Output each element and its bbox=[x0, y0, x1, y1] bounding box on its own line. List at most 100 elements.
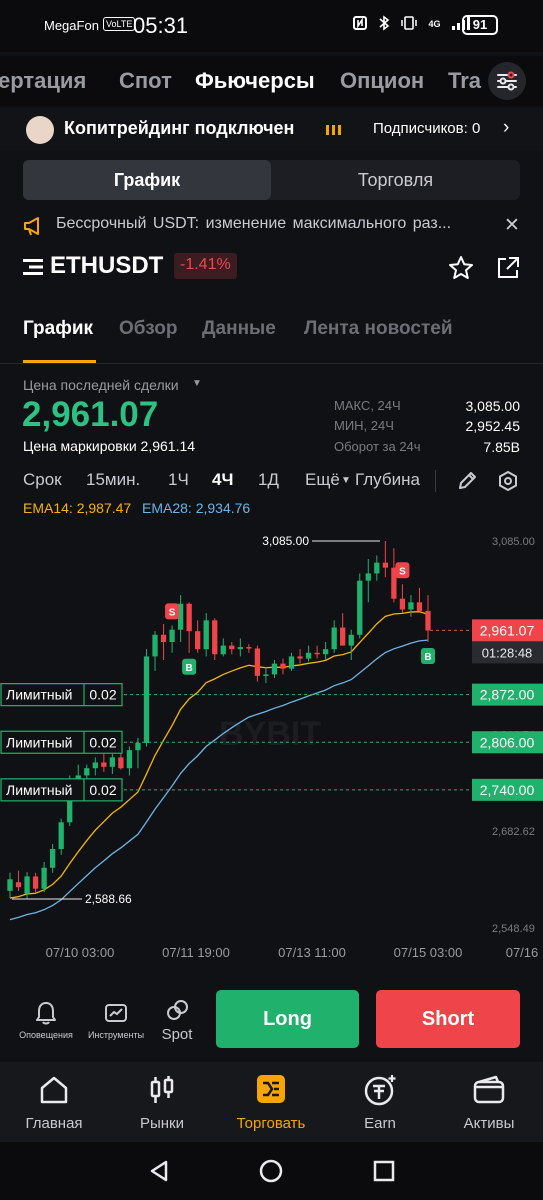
nav-assets-label: Активы bbox=[463, 1115, 515, 1132]
indicator-settings-icon[interactable] bbox=[497, 470, 519, 492]
x-tick-label: 07/10 03:00 bbox=[46, 945, 115, 960]
stat-low-value: 2,952.45 bbox=[465, 418, 521, 434]
price-chart[interactable]: BYBIT3,085.002,816.742,682.622,548.4907/… bbox=[0, 523, 543, 973]
back-icon[interactable] bbox=[147, 1159, 171, 1183]
subtab-news[interactable]: Лента новостей bbox=[304, 318, 453, 340]
candle-body bbox=[374, 562, 380, 574]
candle-body bbox=[220, 645, 226, 655]
tab-conversion[interactable]: ертация bbox=[0, 68, 86, 94]
menu-lines-icon[interactable] bbox=[23, 258, 43, 276]
caret-down-icon[interactable]: ▼ bbox=[192, 378, 202, 389]
marker-label: B bbox=[186, 663, 193, 674]
candle-body bbox=[152, 634, 158, 657]
tf-4h[interactable]: 4Ч bbox=[212, 470, 233, 490]
countdown-label: 01:28:48 bbox=[482, 645, 533, 660]
limit-order-label: Лимитный bbox=[6, 734, 72, 750]
candle-body bbox=[297, 656, 303, 659]
mark-price-value: 2,961.14 bbox=[140, 438, 196, 454]
candle-body bbox=[425, 610, 431, 631]
limit-order-price: 2,872.00 bbox=[480, 687, 535, 703]
clock: 05:31 bbox=[133, 13, 189, 38]
star-icon[interactable] bbox=[447, 254, 475, 282]
candle-body bbox=[143, 656, 150, 743]
candle-body bbox=[160, 634, 167, 642]
copytrading-banner[interactable]: Копитрейдинг подключен Подписчиков: 0 › bbox=[0, 108, 543, 150]
candle-body bbox=[50, 849, 56, 868]
filter-settings-button[interactable] bbox=[488, 62, 526, 100]
pencil-icon[interactable] bbox=[456, 470, 478, 492]
candle-body bbox=[382, 562, 388, 568]
recents-icon[interactable] bbox=[373, 1160, 395, 1182]
carrier: MegaFon bbox=[44, 18, 99, 33]
segment-chart[interactable]: График bbox=[23, 160, 271, 200]
candle-body bbox=[305, 652, 312, 659]
price-change-badge: -1.41% bbox=[174, 253, 237, 279]
y-tick-label: 2,548.49 bbox=[492, 923, 535, 935]
signal-bars-icon bbox=[326, 125, 341, 135]
tool-instruments[interactable]: Инструменты bbox=[86, 996, 146, 1040]
tool-alerts-label: Оповещения bbox=[19, 1030, 73, 1040]
wallet-icon bbox=[473, 1075, 505, 1104]
nav-markets-label: Рынки bbox=[139, 1115, 184, 1132]
symbol-name[interactable]: ETHUSDT bbox=[50, 252, 163, 280]
candle-body bbox=[41, 867, 47, 889]
system-navigation bbox=[0, 1142, 543, 1200]
subtab-data[interactable]: Данные bbox=[202, 318, 276, 340]
tools-icon bbox=[105, 1004, 127, 1022]
last-price-label[interactable]: Цена последней сделки bbox=[23, 377, 179, 393]
app-root: MegaFon VoLTE 05:31 4G 91 ертация Спот Ф… bbox=[0, 0, 543, 1200]
nav-markets[interactable]: Рынки bbox=[108, 1062, 216, 1142]
short-button[interactable]: Short bbox=[376, 990, 520, 1048]
nav-earn[interactable]: Earn bbox=[326, 1062, 434, 1142]
nav-trade[interactable]: Торговать bbox=[217, 1062, 325, 1142]
stat-high-label: МАКС, 24Ч bbox=[334, 398, 401, 413]
candle-body bbox=[58, 822, 64, 850]
nav-assets[interactable]: Активы bbox=[435, 1062, 543, 1142]
battery-indicator: 91 bbox=[462, 15, 498, 35]
ema14-line bbox=[9, 611, 429, 899]
marker-label: S bbox=[399, 566, 406, 577]
home-circle-icon[interactable] bbox=[259, 1159, 283, 1183]
candle-body bbox=[186, 603, 192, 632]
candle-body bbox=[135, 742, 141, 751]
candle-body bbox=[331, 627, 337, 650]
candle-body bbox=[195, 631, 201, 650]
limit-order-price: 2,740.00 bbox=[480, 782, 535, 798]
subtab-overview[interactable]: Обзор bbox=[119, 318, 177, 340]
stat-low-label: МИН, 24Ч bbox=[334, 418, 394, 433]
limit-order-price: 2,806.00 bbox=[480, 734, 535, 750]
tab-spot[interactable]: Спот bbox=[119, 68, 172, 94]
candle-body bbox=[246, 647, 252, 649]
tf-1d[interactable]: 1Д bbox=[258, 470, 279, 490]
view-switcher: График Торговля bbox=[23, 160, 520, 200]
announcement-bar[interactable]: Бессрочный USDT: изменение максимального… bbox=[22, 214, 522, 238]
candlestick-chart[interactable]: BYBIT3,085.002,816.742,682.622,548.4907/… bbox=[0, 523, 543, 973]
tf-more[interactable]: Ещё bbox=[305, 470, 340, 490]
tool-alerts[interactable]: Оповещения bbox=[16, 996, 76, 1040]
copytrading-avatar bbox=[26, 116, 54, 144]
external-link-icon[interactable] bbox=[494, 254, 522, 282]
candle-body bbox=[357, 580, 363, 635]
long-button[interactable]: Long bbox=[216, 990, 359, 1048]
vibrate-icon bbox=[401, 16, 418, 30]
candle-body bbox=[237, 647, 243, 650]
nav-earn-label: Earn bbox=[364, 1115, 396, 1132]
tab-more[interactable]: Tra bbox=[448, 68, 481, 94]
nav-home[interactable]: Главная bbox=[0, 1062, 108, 1142]
chevron-right-icon: › bbox=[503, 117, 510, 138]
tool-spot[interactable]: Spot bbox=[147, 996, 207, 1043]
mark-price-label: Цена маркировки bbox=[23, 438, 137, 454]
tab-futures[interactable]: Фьючерсы bbox=[195, 68, 315, 94]
depth-button[interactable]: Глубина bbox=[355, 470, 420, 490]
tab-options[interactable]: Опцион bbox=[340, 68, 424, 94]
ema14-label: EMA14: 2,987.47 bbox=[23, 500, 132, 516]
tf-15m[interactable]: 15мин. bbox=[86, 470, 140, 490]
tf-1h[interactable]: 1Ч bbox=[168, 470, 189, 490]
subtab-chart[interactable]: График bbox=[23, 318, 93, 340]
close-icon[interactable]: ✕ bbox=[504, 214, 520, 237]
candle-body bbox=[322, 649, 329, 655]
tf-more-caret-icon[interactable]: ▼ bbox=[341, 475, 351, 486]
nfc-icon bbox=[353, 16, 367, 31]
candle-body bbox=[32, 876, 39, 889]
segment-trade[interactable]: Торговля bbox=[271, 160, 520, 200]
